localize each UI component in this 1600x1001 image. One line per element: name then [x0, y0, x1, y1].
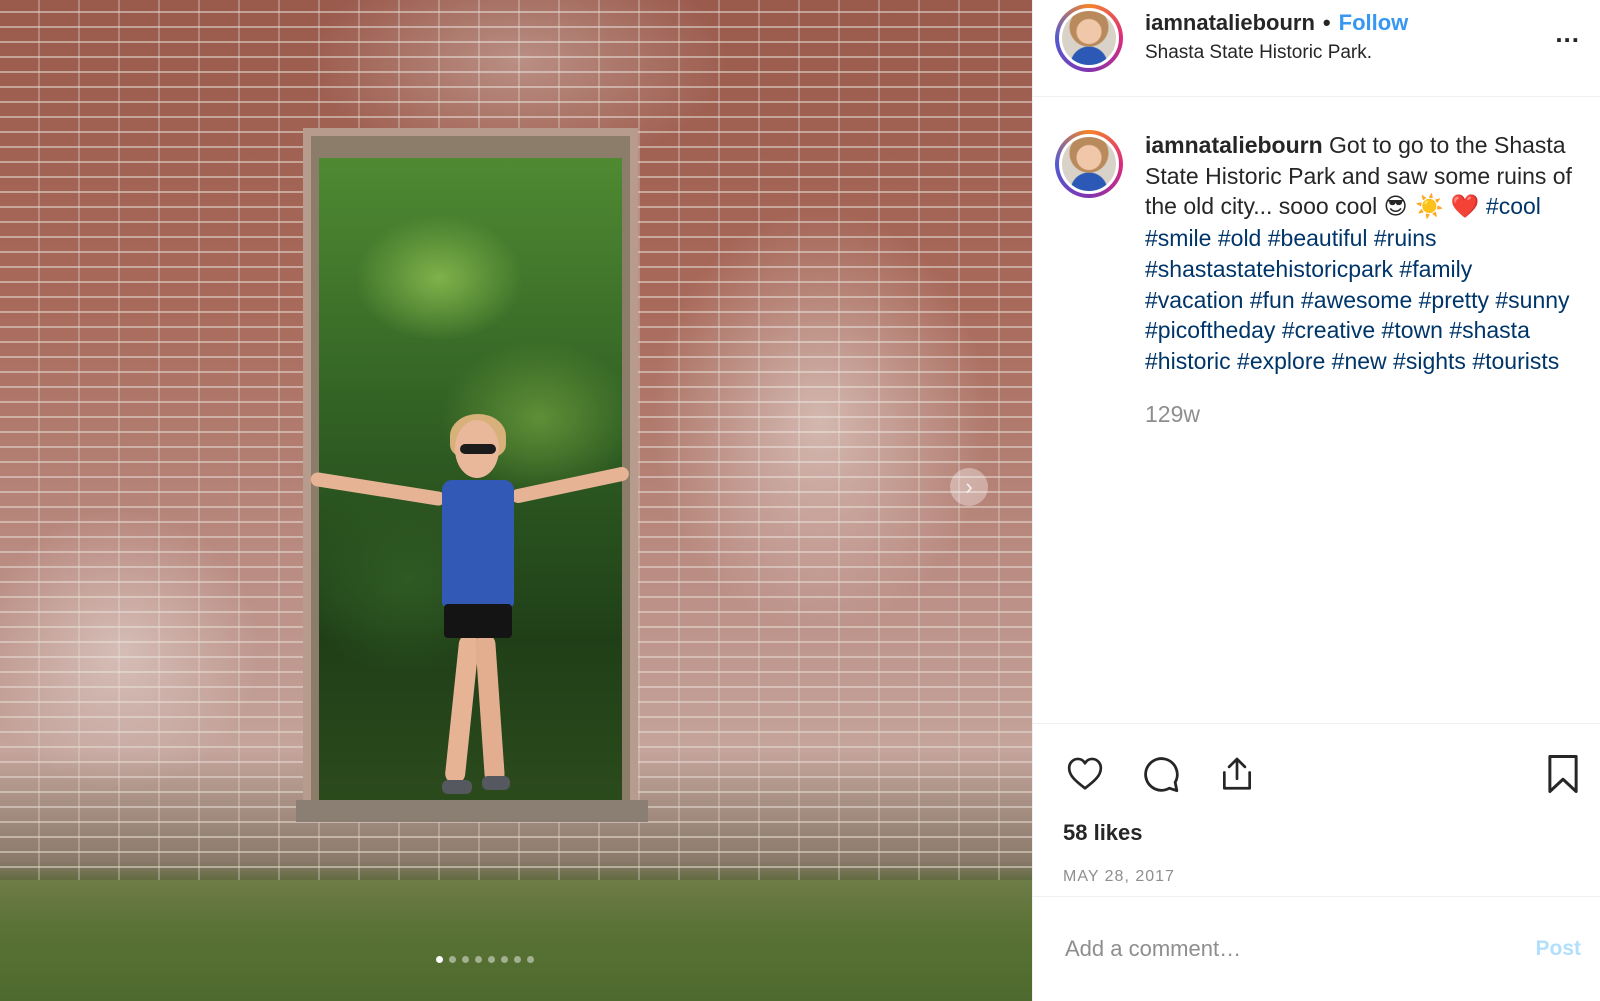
post-header: iamnataliebourn • Follow Shasta State Hi… [1033, 0, 1600, 97]
hashtag-link[interactable]: #shastastatehistoricpark [1145, 256, 1393, 282]
grass [0, 880, 1032, 1001]
hashtag-link[interactable]: #historic [1145, 348, 1231, 374]
hashtag-link[interactable]: #sights [1393, 348, 1466, 374]
caption-username-link[interactable]: iamnataliebourn [1145, 132, 1323, 158]
hashtag-link[interactable]: #fun [1250, 287, 1295, 313]
person [309, 414, 631, 800]
hashtag-link[interactable]: #family [1399, 256, 1472, 282]
likes-count[interactable]: 58 likes [1063, 820, 1581, 846]
carousel-dot [475, 956, 482, 963]
post-photo[interactable]: › [0, 0, 1032, 1001]
follow-button[interactable]: Follow [1339, 8, 1409, 38]
carousel-dots [436, 956, 534, 963]
time-ago[interactable]: 129w [1145, 399, 1575, 430]
hashtag-link[interactable]: #beautiful [1268, 225, 1368, 251]
carousel-dot [436, 956, 443, 963]
hashtag-link[interactable]: #tourists [1472, 348, 1559, 374]
chevron-right-icon: › [965, 474, 973, 499]
separator-dot: • [1322, 10, 1331, 35]
post-comment-button[interactable]: Post [1535, 937, 1581, 961]
hashtag-link[interactable]: #smile [1145, 225, 1211, 251]
heart-icon[interactable] [1063, 752, 1107, 796]
hashtag-link[interactable]: #ruins [1374, 225, 1437, 251]
avatar [1059, 8, 1119, 68]
hashtag-link[interactable]: #cool [1486, 193, 1541, 219]
hashtag-link[interactable]: #old [1218, 225, 1261, 251]
caption-emojis: 😎 ☀️ ❤️ [1383, 194, 1480, 221]
caption: iamnataliebourn Got to go to the Shasta … [1033, 97, 1600, 429]
action-icons [1063, 724, 1581, 818]
carousel-dot [501, 956, 508, 963]
username-link[interactable]: iamnataliebourn [1145, 8, 1315, 38]
comment-bubble-icon[interactable] [1139, 752, 1183, 796]
caption-avatar [1059, 134, 1119, 194]
carousel-dot [527, 956, 534, 963]
avatar-story-ring[interactable] [1055, 4, 1123, 72]
more-options-button[interactable]: ... [1555, 18, 1580, 49]
hashtag-link[interactable]: #sunny [1495, 287, 1569, 313]
hashtag-link[interactable]: #picoftheday [1145, 317, 1275, 343]
hashtag-link[interactable]: #new [1332, 348, 1387, 374]
actions-area: 58 likes MAY 28, 2017 [1033, 723, 1600, 886]
carousel-dot [449, 956, 456, 963]
comment-input[interactable] [1065, 936, 1536, 962]
hashtag-list: #cool #smile #old #beautiful #ruins #sha… [1145, 193, 1570, 374]
hashtag-link[interactable]: #explore [1237, 348, 1325, 374]
carousel-dot [488, 956, 495, 963]
caption-avatar-ring[interactable] [1055, 130, 1123, 198]
instagram-post: › iamnataliebourn • Follow Shasta State … [0, 0, 1600, 1001]
share-icon[interactable] [1215, 752, 1259, 796]
post-sidebar: iamnataliebourn • Follow Shasta State Hi… [1032, 0, 1600, 1001]
hashtag-link[interactable]: #shasta [1449, 317, 1530, 343]
hashtag-link[interactable]: #vacation [1145, 287, 1243, 313]
hashtag-link[interactable]: #town [1382, 317, 1443, 343]
hashtag-link[interactable]: #pretty [1419, 287, 1489, 313]
header-text: iamnataliebourn • Follow Shasta State Hi… [1145, 8, 1555, 64]
next-slide-button[interactable]: › [950, 468, 988, 506]
carousel-dot [462, 956, 469, 963]
hashtag-link[interactable]: #awesome [1301, 287, 1412, 313]
post-date: MAY 28, 2017 [1063, 868, 1175, 885]
hashtag-link[interactable]: #creative [1282, 317, 1375, 343]
location-link[interactable]: Shasta State Historic Park. [1145, 42, 1555, 64]
caption-body: iamnataliebourn Got to go to the Shasta … [1145, 130, 1575, 429]
bookmark-icon[interactable] [1541, 752, 1585, 796]
carousel-dot [514, 956, 521, 963]
door-sill [296, 800, 648, 822]
comment-box: Post [1033, 896, 1600, 1001]
